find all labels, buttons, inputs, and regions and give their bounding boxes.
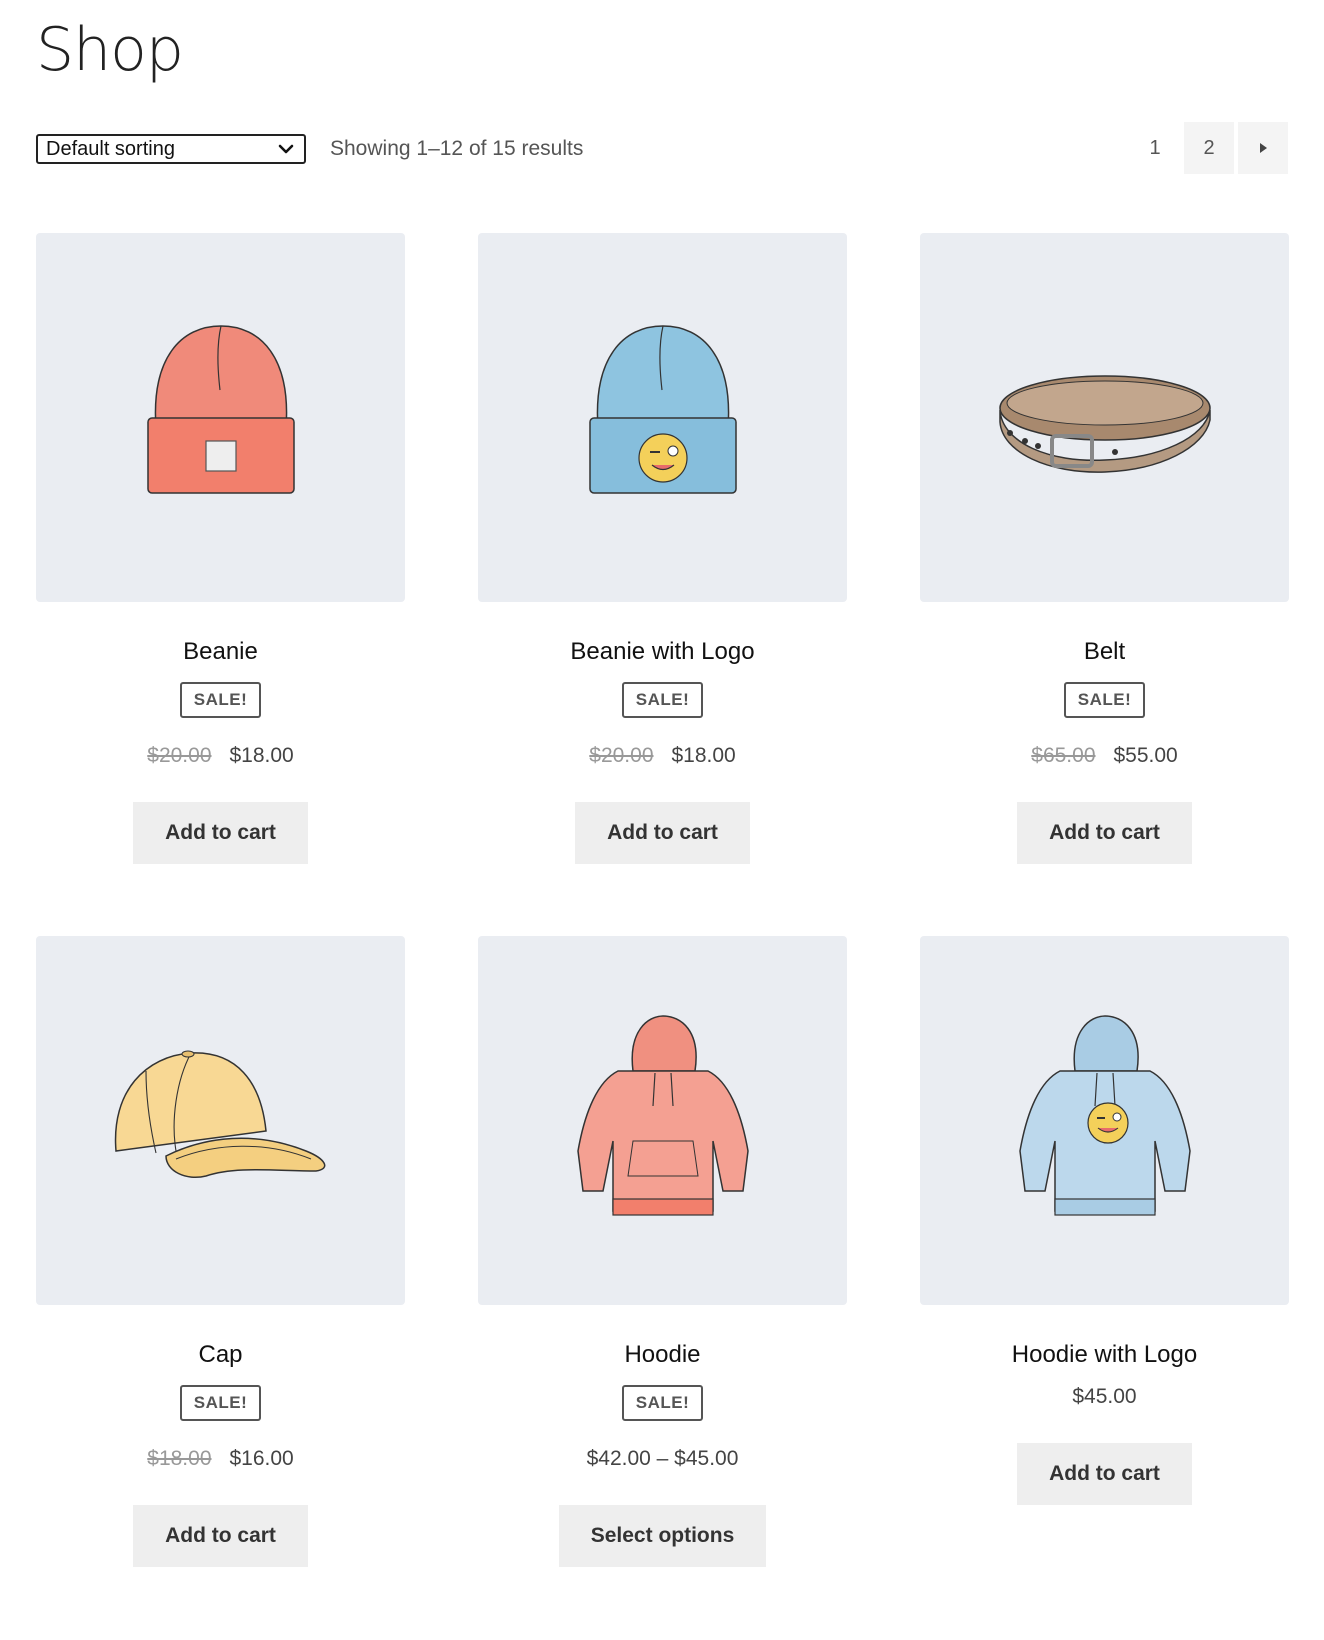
- product-image-beanie-with-logo[interactable]: [478, 233, 847, 602]
- product-title[interactable]: Beanie: [183, 636, 258, 668]
- product-title[interactable]: Cap: [198, 1339, 242, 1371]
- add-to-cart-button[interactable]: Add to cart: [575, 802, 750, 864]
- product-image-hoodie[interactable]: [478, 936, 847, 1305]
- product-title[interactable]: Beanie with Logo: [570, 636, 754, 668]
- regular-price: $18.00: [147, 1447, 212, 1470]
- sale-badge: SALE!: [621, 682, 704, 718]
- cap-image: [114, 1050, 325, 1178]
- product-image-hoodie-with-logo[interactable]: [920, 936, 1289, 1305]
- product-price: $20.00 $18.00: [589, 742, 735, 770]
- product-price: $65.00 $55.00: [1031, 742, 1177, 770]
- add-to-cart-button[interactable]: Add to cart: [1017, 1443, 1192, 1505]
- pagination: 1 2: [1130, 122, 1288, 174]
- sort-select-value: Default sorting: [46, 137, 175, 160]
- beanie-image: [146, 324, 295, 494]
- product-card: Hoodie with Logo $45.00 Add to cart: [920, 936, 1289, 1567]
- product-price: $20.00 $18.00: [147, 742, 293, 770]
- product-title[interactable]: Hoodie: [624, 1339, 700, 1371]
- next-page-button[interactable]: [1238, 122, 1288, 174]
- product-price: $18.00 $16.00: [147, 1445, 293, 1473]
- sale-badge: SALE!: [179, 682, 262, 718]
- caret-right-icon: [1260, 143, 1267, 153]
- product-image-belt[interactable]: [920, 233, 1289, 602]
- product-grid: Beanie SALE! $20.00 $18.00 Add to cart Be…: [36, 233, 1290, 1567]
- sort-select[interactable]: Default sorting: [36, 134, 306, 164]
- add-to-cart-button[interactable]: Add to cart: [1017, 802, 1192, 864]
- regular-price: $20.00: [147, 744, 212, 767]
- sale-badge: SALE!: [621, 1385, 704, 1421]
- product-title[interactable]: Belt: [1084, 636, 1125, 668]
- chevron-down-icon: [278, 144, 294, 154]
- product-card: Belt SALE! $65.00 $55.00 Add to cart: [920, 233, 1289, 864]
- regular-price: $20.00: [589, 744, 654, 767]
- sale-price: $55.00: [1113, 744, 1178, 767]
- belt-image: [998, 374, 1211, 473]
- product-card: Cap SALE! $18.00 $16.00 Add to cart: [36, 936, 405, 1567]
- page-link-2[interactable]: 2: [1184, 122, 1234, 174]
- product-card: Beanie with Logo SALE! $20.00 $18.00 Add …: [478, 233, 847, 864]
- hoodie-with-logo-image: [1018, 1014, 1191, 1216]
- add-to-cart-button[interactable]: Add to cart: [133, 802, 308, 864]
- page-current: 1: [1149, 136, 1161, 159]
- page-title: Shop: [36, 15, 184, 85]
- product-price: $45.00: [1072, 1385, 1137, 1408]
- beanie-with-logo-image: [588, 324, 737, 494]
- product-image-beanie[interactable]: [36, 233, 405, 602]
- sale-badge: SALE!: [1063, 682, 1146, 718]
- add-to-cart-button[interactable]: Add to cart: [133, 1505, 308, 1567]
- product-image-cap[interactable]: [36, 936, 405, 1305]
- regular-price: $65.00: [1031, 744, 1096, 767]
- sale-badge: SALE!: [179, 1385, 262, 1421]
- hoodie-image: [576, 1014, 749, 1216]
- sale-price: $18.00: [671, 744, 736, 767]
- result-count: Showing 1–12 of 15 results: [330, 137, 584, 160]
- select-options-button[interactable]: Select options: [558, 1505, 767, 1567]
- product-title[interactable]: Hoodie with Logo: [1012, 1339, 1197, 1371]
- product-price-range: $42.00 – $45.00: [586, 1447, 739, 1470]
- sale-price: $16.00: [229, 1447, 294, 1470]
- product-card: Hoodie SALE! $42.00 – $45.00 Select opti…: [478, 936, 847, 1567]
- product-card: Beanie SALE! $20.00 $18.00 Add to cart: [36, 233, 405, 864]
- sale-price: $18.00: [229, 744, 294, 767]
